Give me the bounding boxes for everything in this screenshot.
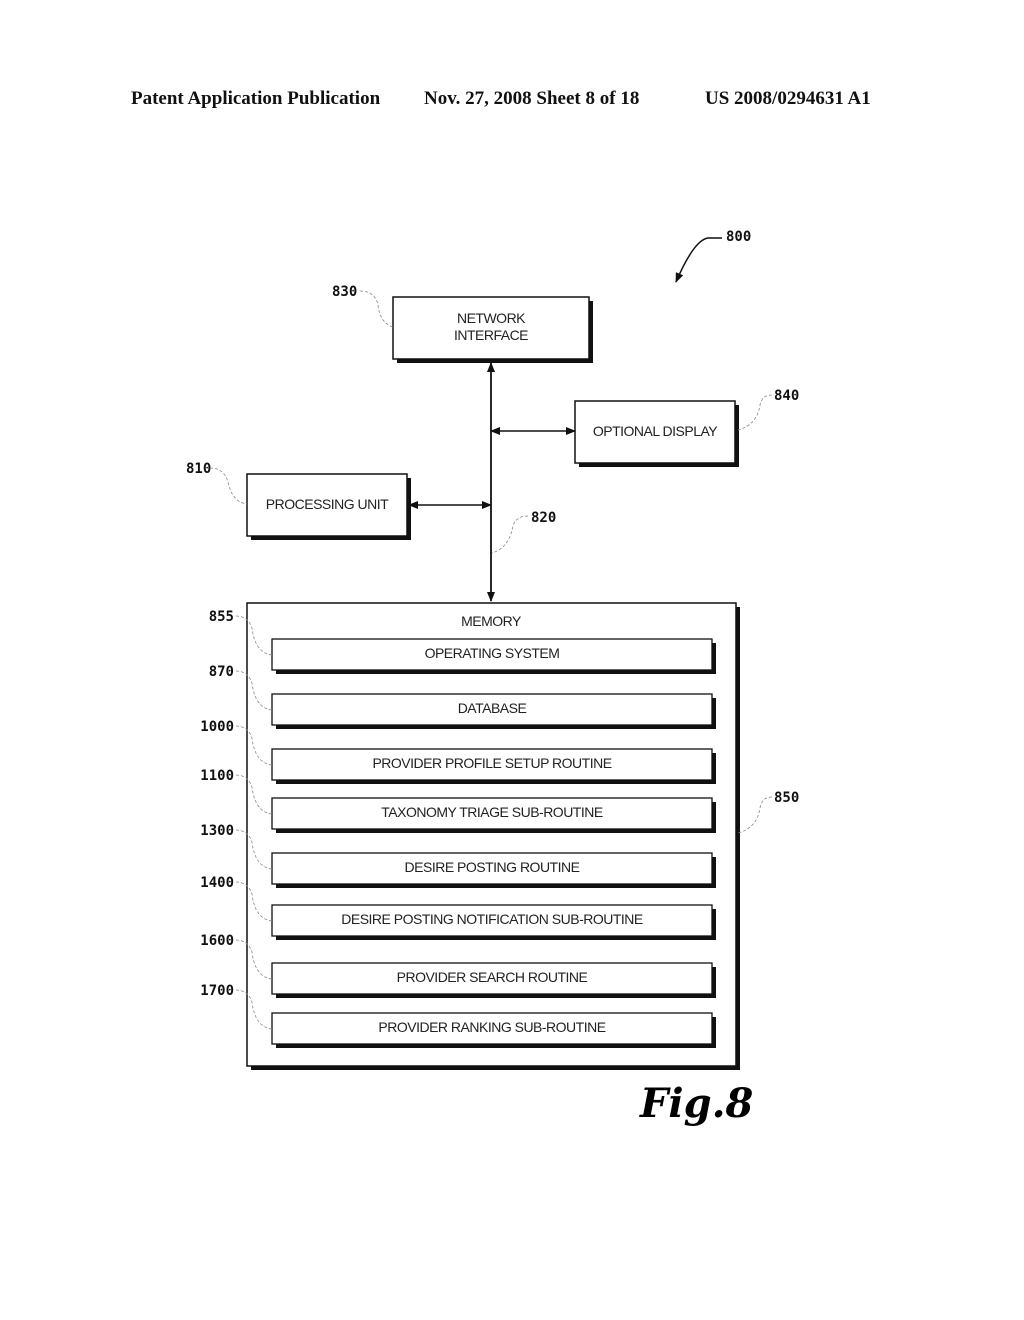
memory-item-label: PROVIDER PROFILE SETUP ROUTINE (372, 755, 611, 771)
memory-item-label: PROVIDER SEARCH ROUTINE (397, 969, 588, 985)
system-reference-800: 800 (675, 229, 751, 283)
memory-label: MEMORY (461, 613, 522, 629)
memory-item-label: DESIRE POSTING ROUTINE (405, 859, 580, 875)
leader-line (737, 796, 773, 834)
block-label-line1: NETWORK (457, 310, 526, 326)
memory-item-ref: 1600 (200, 933, 234, 949)
optional-display-block: OPTIONAL DISPLAY 840 (574, 388, 799, 467)
ref-label-840: 840 (774, 388, 799, 404)
memory-item-ref: 855 (209, 609, 234, 625)
block-label: OPTIONAL DISPLAY (593, 423, 718, 439)
memory-item-label: PROVIDER RANKING SUB-ROUTINE (378, 1019, 605, 1035)
memory-item-ref: 1700 (200, 983, 234, 999)
block-label: PROCESSING UNIT (266, 496, 389, 512)
leader-line (491, 515, 529, 554)
system-pointer-arrow (675, 237, 722, 283)
leader-line (737, 394, 773, 431)
block-diagram: 800 NETWORK INTERFACE 830 OPTIONAL DISPL… (186, 229, 799, 1070)
memory-item-label: TAXONOMY TRIAGE SUB-ROUTINE (381, 804, 603, 820)
memory-item-ref: 1400 (200, 875, 234, 891)
memory-item-label: DESIRE POSTING NOTIFICATION SUB-ROUTINE (341, 911, 643, 927)
network-interface-block: NETWORK INTERFACE 830 (332, 284, 593, 363)
processing-unit-block: PROCESSING UNIT 810 (186, 461, 411, 540)
system-bus-820: 820 (408, 362, 576, 602)
ref-label-810: 810 (186, 461, 211, 477)
memory-item-ref: 1300 (200, 823, 234, 839)
system-ref-label: 800 (726, 229, 751, 245)
memory-item-ref: 1000 (200, 719, 234, 735)
memory-item-ref: 870 (209, 664, 234, 680)
block-label-line2: INTERFACE (454, 327, 528, 343)
memory-item-label: OPERATING SYSTEM (425, 645, 560, 661)
ref-label-850: 850 (774, 790, 799, 806)
memory-item-label: DATABASE (458, 700, 527, 716)
leader-line (209, 467, 248, 505)
ref-label-830: 830 (332, 284, 357, 300)
memory-item-ref: 1100 (200, 768, 234, 784)
leader-line (359, 290, 394, 328)
figure-label: Fig.8 (640, 1080, 754, 1127)
ref-label-820: 820 (531, 510, 556, 526)
